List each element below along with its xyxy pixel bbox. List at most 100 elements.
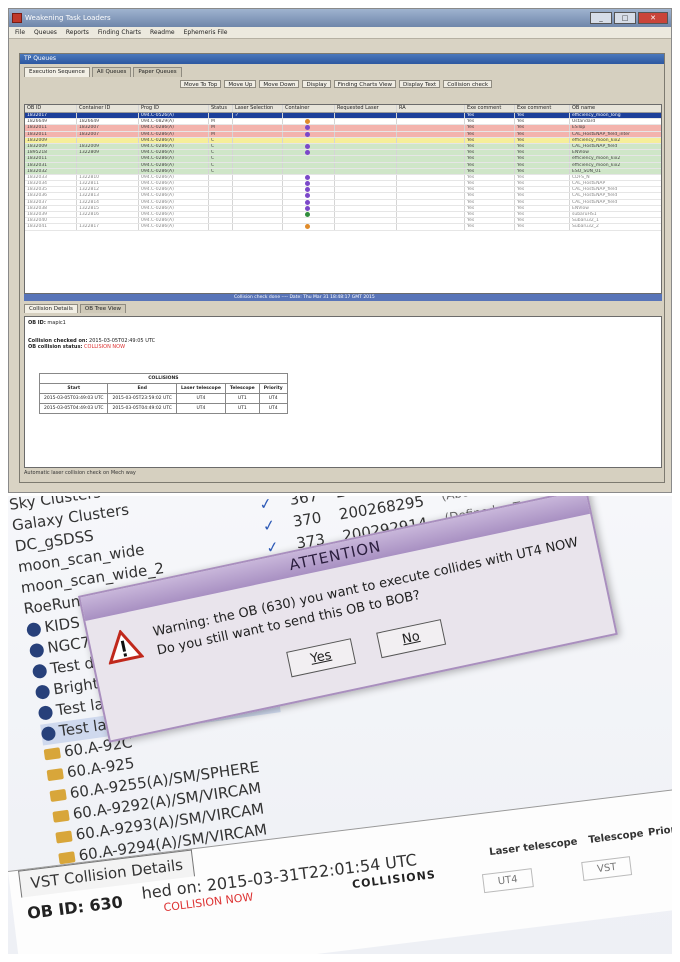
table-cell bbox=[283, 162, 335, 168]
table-cell: 094.C-0286(A) bbox=[139, 218, 209, 224]
table-cell: Yes bbox=[515, 212, 570, 218]
table-cell: 1832011 bbox=[25, 156, 77, 162]
column-header[interactable]: Exe comment bbox=[515, 105, 570, 112]
table-cell: 1832037 bbox=[25, 199, 77, 205]
table-cell: Yes bbox=[515, 162, 570, 168]
table-cell: Ustandard bbox=[572, 119, 596, 125]
table-cell: CAL_HostENAP_field bbox=[572, 187, 618, 193]
menubar: File Queues Reports Finding Charts Readm… bbox=[9, 27, 671, 39]
table-cell: Yes bbox=[465, 193, 515, 199]
tab-ob-tree-view[interactable]: OB Tree View bbox=[79, 304, 126, 313]
table-cell bbox=[335, 205, 397, 211]
table-cell: Yes bbox=[515, 218, 570, 224]
move-down-button[interactable]: Move Down bbox=[259, 80, 300, 88]
table-cell bbox=[335, 224, 397, 230]
table-cell: Yes bbox=[465, 212, 515, 218]
table-cell: M bbox=[209, 131, 233, 137]
table-cell: ENVlow bbox=[572, 150, 589, 156]
tab-paper-queues[interactable]: Paper Queues bbox=[133, 67, 182, 77]
table-cell: Yes bbox=[465, 181, 515, 187]
minimize-button[interactable]: _ bbox=[590, 12, 612, 24]
column-header[interactable]: Requested Laser bbox=[335, 105, 397, 112]
tab-collision-details[interactable]: Collision Details bbox=[24, 304, 78, 313]
display-text-button[interactable]: Display Text bbox=[399, 80, 441, 88]
table-cell: efficiency_moon_long bbox=[572, 113, 621, 118]
table-cell: Yes bbox=[465, 174, 515, 181]
column-header[interactable]: RA bbox=[397, 105, 465, 112]
collisions-title: COLLISIONS bbox=[39, 373, 288, 384]
table-row[interactable]: 1832041 1322817 094.C-0286(A) Yes Yes Subaru3… bbox=[25, 224, 661, 231]
table-cell bbox=[77, 137, 139, 143]
table-cell: Yes bbox=[465, 119, 515, 125]
ob-icon bbox=[28, 642, 45, 658]
table-cell bbox=[283, 156, 335, 162]
menu-readme[interactable]: Readme bbox=[150, 29, 175, 36]
table-cell bbox=[335, 199, 397, 205]
table-cell: 1832032 bbox=[25, 168, 77, 174]
table-cell: Subaru32_2 bbox=[572, 224, 599, 230]
display-button[interactable]: Display bbox=[302, 80, 331, 88]
column-header[interactable]: Laser Selection bbox=[233, 105, 283, 112]
col-laser-telescope: Laser telescope bbox=[175, 383, 226, 394]
table-cell: Subaru32_1 bbox=[572, 218, 599, 224]
finding-charts-view-button[interactable]: Finding Charts View bbox=[333, 80, 397, 88]
table-cell bbox=[209, 174, 233, 181]
table-cell bbox=[335, 143, 397, 150]
column-header[interactable]: Container bbox=[283, 105, 335, 112]
menu-reports[interactable]: Reports bbox=[66, 29, 89, 36]
container-status-icon bbox=[305, 187, 310, 193]
close-button[interactable]: ✕ bbox=[638, 12, 668, 24]
column-header[interactable]: Prog ID bbox=[139, 105, 209, 112]
table-cell bbox=[335, 113, 397, 119]
column-header[interactable]: Container ID bbox=[77, 105, 139, 112]
table-cell bbox=[209, 113, 233, 119]
table-cell bbox=[77, 113, 139, 119]
table-cell bbox=[233, 224, 283, 230]
collision-check-button[interactable]: Collision check bbox=[443, 80, 493, 88]
tab-all-queues[interactable]: All Queues bbox=[91, 67, 132, 77]
maximize-button[interactable]: □ bbox=[614, 12, 636, 24]
table-cell bbox=[77, 162, 139, 168]
table-cell: Yes bbox=[515, 150, 570, 156]
collision-details-panel: OB ID: mapic1 Collision checked on: 2015… bbox=[24, 316, 662, 468]
table-cell: 1832040 bbox=[25, 218, 77, 224]
table-cell bbox=[233, 199, 283, 205]
table-header-row: OB ID Container ID Prog ID Status Laser Sele… bbox=[25, 105, 661, 113]
table-cell: 1322815 bbox=[77, 205, 139, 211]
table-cell: 1832041 bbox=[25, 224, 77, 230]
table-cell: CDFS_N bbox=[572, 174, 590, 180]
table-cell bbox=[233, 162, 283, 168]
menu-ephemeris[interactable]: Ephemeris File bbox=[184, 29, 228, 36]
column-header[interactable]: OB name bbox=[570, 105, 660, 112]
table-cell: 1832007 bbox=[77, 125, 139, 131]
move-up-button[interactable]: Move Up bbox=[224, 80, 257, 88]
table-cell bbox=[283, 193, 335, 199]
telescope-value: VST bbox=[581, 856, 633, 881]
table-cell bbox=[283, 125, 335, 131]
menu-file[interactable]: File bbox=[15, 29, 25, 36]
ob-id-value: mapic1 bbox=[47, 320, 66, 326]
table-cell bbox=[335, 193, 397, 199]
menu-queues[interactable]: Queues bbox=[34, 29, 57, 36]
menu-finding-charts[interactable]: Finding Charts bbox=[98, 29, 141, 36]
table-cell bbox=[397, 156, 465, 162]
table-cell bbox=[397, 174, 465, 181]
table-cell bbox=[233, 143, 283, 150]
table-cell: efficiency_moon_kix2 bbox=[572, 162, 621, 168]
table-cell bbox=[283, 174, 335, 181]
table-cell: 094.C-0286(A) bbox=[139, 193, 209, 199]
column-header[interactable]: Status bbox=[209, 105, 233, 112]
move-to-top-button[interactable]: Move To Top bbox=[180, 80, 222, 88]
table-cell: 1322812 bbox=[77, 187, 139, 193]
table-cell: 094.C-0286(A) bbox=[139, 156, 209, 162]
column-header[interactable]: Exe comment bbox=[465, 105, 515, 112]
table-cell bbox=[335, 125, 397, 131]
tab-execution-sequence[interactable]: Execution Sequence bbox=[24, 67, 90, 77]
column-header[interactable]: OB ID bbox=[25, 105, 77, 112]
table-cell: 1832034 bbox=[25, 181, 77, 187]
table-cell: ESO_SUN_01 bbox=[572, 168, 601, 174]
table-cell: 094.C-0286(A) bbox=[139, 143, 209, 150]
table-cell bbox=[233, 181, 283, 187]
table-cell: Yes bbox=[515, 193, 570, 199]
table-cell bbox=[209, 205, 233, 211]
